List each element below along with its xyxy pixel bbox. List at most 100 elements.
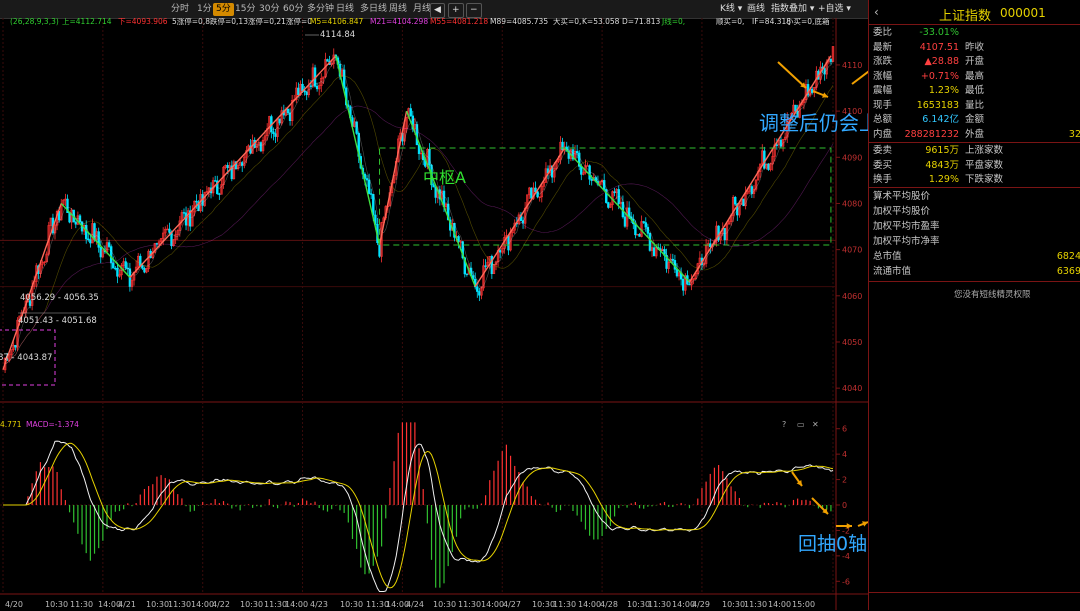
back-arrow-icon[interactable]: ‹ [874, 5, 879, 19]
toolbar-right-2-button[interactable]: 指数叠加 ▾ [768, 3, 817, 16]
candle-body [326, 59, 329, 62]
period-4-button[interactable]: 30分 [256, 3, 282, 16]
nav-prev-button[interactable]: ◀ [430, 3, 445, 18]
legend-item: M5=4106.847 [310, 18, 364, 26]
price-label-1: 4056.29 - 4056.35 [20, 293, 99, 303]
macd-value-label: MACD=-1.374 [26, 420, 79, 429]
legend-item: M55=4081.218 [430, 18, 488, 26]
legend-item: 顺买=0, [716, 18, 744, 26]
quote-row: 加权平均市净率 [873, 236, 940, 247]
quote-row: 涨幅 +0.71% 最高 [873, 70, 985, 82]
candle-body [109, 246, 113, 264]
candle-body [588, 165, 591, 180]
candle-body [561, 141, 564, 151]
candle-body [428, 148, 431, 166]
period-toolbar: 分时 1分 5分 15分 30分 60分 多分钟 日线 多日线 周线 月线 ◀ + − K线 ▾ 画线 指数叠加… [0, 0, 868, 19]
candle-body [675, 268, 679, 277]
candle-body [590, 178, 593, 181]
trend-arrow [777, 61, 807, 89]
dea-line [3, 442, 834, 589]
x-tick-label: 10:30 [340, 600, 363, 609]
panel-icon: ✕ [812, 420, 819, 429]
legend-item: 下=4093.906 [118, 18, 168, 26]
x-tick-label: 14:00 [578, 600, 601, 609]
candle-body [682, 278, 685, 291]
candle-body [709, 243, 712, 248]
period-3-button[interactable]: 15分 [232, 3, 258, 16]
quote-row: 委买 4843万 平盘家数 [873, 159, 1004, 171]
period-2-button[interactable]: 5分 [213, 3, 234, 16]
quote-row: 算术平均股价 [873, 191, 931, 202]
quote-row: 内盘 288281232 外盘 32 [873, 128, 1080, 140]
candle-body [272, 131, 275, 134]
x-tick-label: 4/28 [600, 600, 618, 609]
x-tick-label: 11:30 [168, 600, 191, 609]
period-1-button[interactable]: 1分 [194, 3, 215, 16]
y-tick-label: 4050 [842, 338, 862, 347]
candle-body [309, 85, 313, 87]
candle-body [367, 179, 371, 194]
candle-body [114, 267, 117, 270]
candle-body [213, 180, 217, 182]
x-tick-label: 4/20 [5, 600, 23, 609]
candle-body [274, 133, 277, 137]
x-tick-label: 11:30 [744, 600, 767, 609]
candle-body [478, 291, 481, 296]
period-0-button[interactable]: 分时 [168, 3, 192, 16]
toolbar-right-1-button[interactable]: 画线 [744, 3, 768, 16]
candles [3, 46, 835, 374]
legend-item: 小买=0,底箱 [786, 18, 830, 26]
y-tick-label: 4060 [842, 292, 862, 301]
x-tick-label: 10:30 [627, 600, 650, 609]
legend-item: K=53.058 [582, 18, 620, 26]
x-tick-label: 4/27 [503, 600, 521, 609]
ma-line [2, 75, 834, 371]
x-tick-label: 11:30 [648, 600, 671, 609]
candle-body [750, 186, 754, 194]
candle-body [530, 187, 533, 199]
x-tick-label: 4/21 [118, 600, 136, 609]
candle-body [498, 250, 502, 253]
candle-body [168, 228, 171, 233]
quote-row: 换手 1.29% 下跌家数 [873, 174, 1004, 185]
high-label: 4114.84 [320, 30, 355, 40]
quote-row: 流通市值 6369 [873, 266, 1080, 277]
candle-body [829, 58, 833, 62]
toolbar-right-0-button[interactable]: K线 ▾ [717, 3, 745, 16]
x-tick-label: 10:30 [722, 600, 745, 609]
x-tick-label: 14:00 [481, 600, 504, 609]
period-5-button[interactable]: 60分 [280, 3, 306, 16]
quote-panel: ‹ 上证指数 000001 委比 -33.01% 最新 4107.51 昨收 涨跌 ▲28.… [868, 0, 1080, 610]
candle-body [648, 233, 652, 251]
period-7-button[interactable]: 日线 [333, 3, 357, 16]
macd-tick-label: 6 [842, 425, 847, 434]
x-tick-label: 14:00 [768, 600, 791, 609]
candle-body [87, 238, 90, 240]
zigzag-segment [564, 147, 690, 283]
stock-code: 000001 [1000, 6, 1046, 20]
panel-icon: ? [782, 420, 786, 429]
period-9-button[interactable]: 周线 [386, 3, 410, 16]
macd-tick-label: -6 [842, 577, 850, 586]
quote-row: 涨跌 ▲28.88 开盘 [873, 56, 985, 67]
candle-body [14, 344, 17, 348]
macd-dif-label: 4.771 [0, 420, 22, 429]
toolbar-right-3-button[interactable]: +自选 ▾ [815, 3, 854, 16]
elf-notice: 您没有短线精灵权限 [954, 290, 1031, 300]
quote-row: 最新 4107.51 昨收 [873, 41, 985, 53]
zigzag-segment [688, 55, 832, 283]
zigzag-segment [474, 147, 566, 287]
candle-body [644, 222, 647, 228]
stock-name: 上证指数 [939, 9, 992, 24]
zoom-in-button[interactable]: + [448, 3, 464, 18]
x-tick-label: 10:30 [146, 600, 169, 609]
macd-tick-label: 2 [842, 476, 847, 485]
zoom-out-button[interactable]: − [466, 3, 482, 18]
legend-item: (26,28,9,3,3) [10, 18, 59, 26]
quote-row: 总市值 6824 [873, 251, 1080, 262]
legend-item: M21=4104.298 [370, 18, 428, 26]
candle-body [484, 265, 487, 267]
candle-body [734, 196, 737, 205]
x-tick-label: 14:00 [285, 600, 308, 609]
legend-item: 5涨停=0,8跌停=0,13涨停=0,21涨停=0 [172, 18, 312, 26]
